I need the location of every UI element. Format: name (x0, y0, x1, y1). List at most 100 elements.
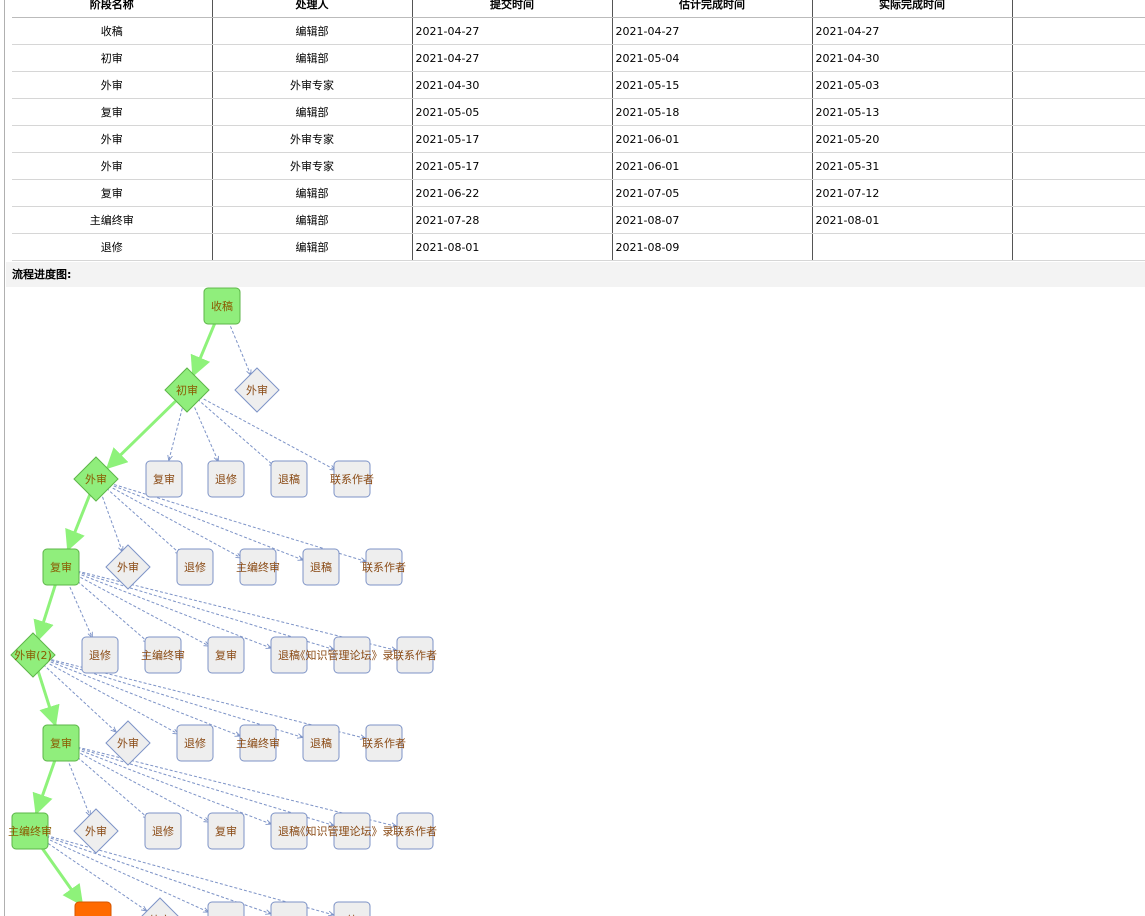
cell-estimated: 2021-05-18 (612, 98, 813, 126)
cell-stage: 复审 (12, 179, 213, 207)
table-row: 初审 编辑部 2021-04-27 2021-05-04 2021-04-30 (12, 44, 1145, 72)
flow-section-title: 流程进度图: (12, 268, 72, 281)
cell-extra (1012, 71, 1145, 99)
cell-estimated: 2021-05-04 (612, 44, 813, 72)
flow-node-n7a[interactable]: 外审 (138, 897, 182, 916)
flow-node-label: 复审 (215, 824, 237, 838)
flow-node-n3e[interactable]: 联系作者 (362, 548, 406, 586)
cell-submitted: 2021-04-27 (412, 17, 613, 45)
cell-stage: 退修 (12, 233, 213, 261)
table-row: 主编终审 编辑部 2021-07-28 2021-08-07 2021-08-01 (12, 206, 1145, 234)
flow-node-n7d[interactable]: 外 (333, 901, 371, 916)
cell-handler: 外审专家 (212, 71, 413, 99)
flow-node-label: 联系作者 (393, 825, 437, 838)
option-edge (169, 403, 184, 461)
flow-node-n7c[interactable] (270, 901, 308, 916)
progress-edge (35, 667, 60, 727)
cell-extra (1012, 125, 1145, 153)
cell-handler: 编辑部 (212, 233, 413, 261)
flow-node-n1a[interactable]: 外审 (234, 367, 280, 413)
flow-node-n5c[interactable]: 主编终审 (236, 724, 280, 762)
cell-stage: 外审 (12, 125, 213, 153)
flow-node-n3b[interactable]: 退修 (176, 548, 214, 586)
stage-table: 阶段名称 处理人 提交时间 估计完成时间 实际完成时间 收稿 编辑部 2021-04… (12, 0, 1145, 261)
option-edge (73, 753, 149, 818)
flow-node-n4b[interactable]: 主编终审 (141, 636, 185, 674)
column-header-stage: 阶段名称 (12, 0, 213, 18)
flow-node-n6b[interactable]: 退修 (144, 812, 182, 850)
flow-node-label: 外审 (85, 472, 107, 486)
table-row: 复审 编辑部 2021-06-22 2021-07-05 2021-07-12 (12, 179, 1145, 207)
flow-node-n2d[interactable]: 联系作者 (330, 460, 374, 498)
cell-handler: 编辑部 (212, 206, 413, 234)
flow-node-n6a[interactable]: 外审 (73, 808, 119, 854)
flow-node-n4c[interactable]: 复审 (207, 636, 245, 674)
flow-node-n5[interactable]: 复审 (42, 724, 80, 762)
cell-estimated: 2021-06-01 (612, 152, 813, 180)
flow-node-shape (270, 901, 308, 916)
flow-node-label: 外审 (117, 560, 139, 574)
flow-node-n5b[interactable]: 退修 (176, 724, 214, 762)
cell-handler: 编辑部 (212, 44, 413, 72)
option-edge (73, 577, 149, 642)
flow-node-n6c[interactable]: 复审 (207, 812, 245, 850)
flow-node-n3[interactable]: 复审 (42, 548, 80, 586)
cell-submitted: 2021-05-17 (412, 125, 613, 153)
progress-edge (190, 321, 217, 378)
flow-node-label: 外审 (246, 383, 268, 397)
flow-node-n4[interactable]: 外审(2) (10, 632, 56, 678)
option-edge (106, 487, 180, 554)
cell-stage: 收稿 (12, 17, 213, 45)
flow-node-label: 外审 (117, 736, 139, 750)
flow-node-n7[interactable] (74, 901, 112, 916)
flow-node-n7b[interactable] (207, 901, 245, 916)
cell-extra (1012, 44, 1145, 72)
table-row: 复审 编辑部 2021-05-05 2021-05-18 2021-05-13 (12, 98, 1145, 126)
flow-section-header: 流程进度图: (6, 262, 1145, 287)
flow-node-n3c[interactable]: 主编终审 (236, 548, 280, 586)
cell-handler: 编辑部 (212, 17, 413, 45)
table-header-row: 阶段名称 处理人 提交时间 估计完成时间 实际完成时间 (12, 0, 1145, 18)
flow-node-n2a[interactable]: 复审 (145, 460, 183, 498)
flow-node-n4f[interactable]: 联系作者 (393, 636, 437, 674)
flow-node-label: 收稿 (211, 299, 233, 313)
flow-node-n4a[interactable]: 退修 (81, 636, 119, 674)
progress-edge (105, 398, 179, 470)
cell-submitted: 2021-07-28 (412, 206, 613, 234)
flow-node-label: 外审(2) (14, 648, 52, 662)
column-header-handler: 处理人 (212, 0, 413, 18)
column-header-submitted: 提交时间 (412, 0, 613, 18)
cell-actual: 2021-05-03 (812, 71, 1013, 99)
flow-node-label: 联系作者 (393, 649, 437, 662)
cell-extra (1012, 152, 1145, 180)
cell-handler: 外审专家 (212, 152, 413, 180)
cell-actual: 2021-07-12 (812, 179, 1013, 207)
flow-node-shape (74, 901, 112, 916)
flow-node-shape (207, 901, 245, 916)
flow-node-label: 退稿 (310, 560, 332, 574)
progress-edge (32, 758, 57, 816)
cell-estimated: 2021-06-01 (612, 125, 813, 153)
cell-actual: 2021-08-01 (812, 206, 1013, 234)
flow-node-n6[interactable]: 主编终审 (8, 812, 52, 850)
flow-node-n2c[interactable]: 退稿 (270, 460, 308, 498)
cell-estimated: 2021-07-05 (612, 179, 813, 207)
flow-node-label: 联系作者 (330, 473, 374, 486)
flow-node-n6f[interactable]: 联系作者 (393, 812, 437, 850)
cell-stage: 复审 (12, 98, 213, 126)
flow-node-n5e[interactable]: 联系作者 (362, 724, 406, 762)
flow-node-label: 退修 (152, 824, 174, 838)
cell-submitted: 2021-05-05 (412, 98, 613, 126)
flow-node-n5d[interactable]: 退稿 (302, 724, 340, 762)
cell-submitted: 2021-04-27 (412, 44, 613, 72)
cell-actual: 2021-04-27 (812, 17, 1013, 45)
flow-node-n0[interactable]: 收稿 (203, 287, 241, 325)
cell-estimated: 2021-08-09 (612, 233, 813, 261)
flow-node-label: 《知识管理论坛》录 (295, 648, 394, 662)
flow-node-n2b[interactable]: 退修 (207, 460, 245, 498)
flow-node-label: 复审 (50, 736, 72, 750)
option-edge (197, 398, 275, 466)
flow-node-label: 退修 (184, 560, 206, 574)
cell-extra (1012, 233, 1145, 261)
flow-node-n3d[interactable]: 退稿 (302, 548, 340, 586)
